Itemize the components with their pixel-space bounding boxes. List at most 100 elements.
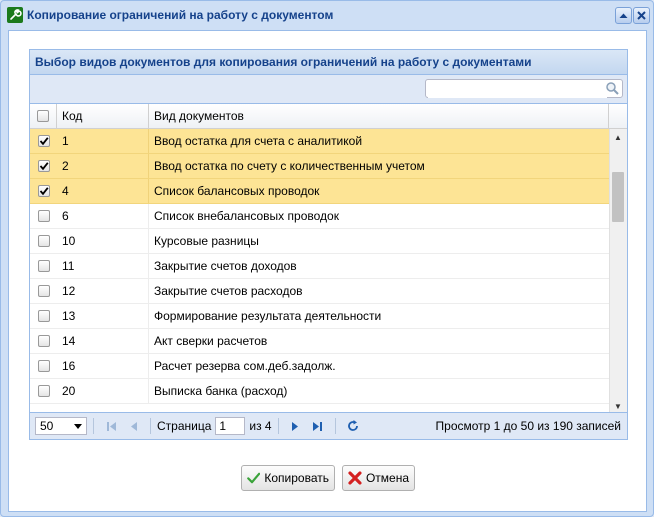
select-all-checkbox-cell[interactable] <box>30 104 57 128</box>
next-page-button[interactable] <box>287 417 305 435</box>
refresh-button[interactable] <box>344 417 362 435</box>
search-icon[interactable] <box>606 82 619 98</box>
row-name: Список балансовых проводок <box>154 184 320 198</box>
table-row[interactable]: 6 Список внебалансовых проводок <box>30 204 609 229</box>
table-row[interactable]: 2 Ввод остатка по счету с количественным … <box>30 154 609 179</box>
row-name: Ввод остатка для счета с аналитикой <box>154 134 363 148</box>
minimize-button[interactable] <box>615 7 632 24</box>
row-checkbox-cell[interactable] <box>30 304 57 328</box>
copy-button[interactable]: Копировать <box>241 465 335 491</box>
row-code: 20 <box>57 379 149 403</box>
row-checkbox[interactable] <box>37 185 50 197</box>
scrollbar-thumb[interactable] <box>612 172 624 222</box>
row-name: Формирование результата деятельности <box>154 309 382 323</box>
row-checkbox-cell[interactable] <box>30 129 57 153</box>
table-row[interactable]: 20 Выписка банка (расход) <box>30 379 609 404</box>
document-types-panel: Выбор видов документов для копирования о… <box>29 49 628 440</box>
checkmark-icon <box>247 472 261 484</box>
row-checkbox[interactable] <box>37 160 50 172</box>
row-checkbox-cell[interactable] <box>30 204 57 228</box>
row-checkbox[interactable] <box>37 135 50 147</box>
row-code: 1 <box>57 129 149 153</box>
prev-page-icon <box>130 421 137 431</box>
check-icon <box>39 162 49 171</box>
table-row[interactable]: 14 Акт сверки расчетов <box>30 329 609 354</box>
row-code: 6 <box>57 204 149 228</box>
row-checkbox[interactable] <box>37 235 50 247</box>
row-checkbox-cell[interactable] <box>30 229 57 253</box>
row-checkbox[interactable] <box>37 210 50 222</box>
row-name: Курсовые разницы <box>154 234 259 248</box>
row-name: Список внебалансовых проводок <box>154 209 339 223</box>
pagination-info: Просмотр 1 до 50 из 190 записей <box>435 419 621 433</box>
row-name: Ввод остатка по счету с количественным у… <box>154 159 425 173</box>
row-checkbox[interactable] <box>37 385 50 397</box>
last-page-button[interactable] <box>309 417 327 435</box>
row-checkbox-cell[interactable] <box>30 254 57 278</box>
row-code: 13 <box>57 304 149 328</box>
row-name: Расчет резерва сом.деб.задолж. <box>154 359 336 373</box>
separator <box>277 418 279 434</box>
select-all-checkbox[interactable] <box>37 110 49 122</box>
table-row[interactable]: 12 Закрытие счетов расходов <box>30 279 609 304</box>
table-row[interactable]: 4 Список балансовых проводок <box>30 179 609 204</box>
scroll-down-icon[interactable]: ▼ <box>614 402 622 411</box>
row-code: 10 <box>57 229 149 253</box>
copy-button-label: Копировать <box>264 471 329 485</box>
row-code: 12 <box>57 279 149 303</box>
row-name: Закрытие счетов расходов <box>154 284 303 298</box>
page-size-select[interactable]: 50 <box>35 417 87 435</box>
check-icon <box>39 137 49 146</box>
row-name: Акт сверки расчетов <box>154 334 268 348</box>
next-page-icon <box>292 421 299 431</box>
page-label: Страница <box>157 419 212 433</box>
row-checkbox[interactable] <box>37 360 50 372</box>
dialog-window: Копирование ограничений на работу с доку… <box>0 0 654 517</box>
row-checkbox-cell[interactable] <box>30 379 57 403</box>
row-checkbox-cell[interactable] <box>30 279 57 303</box>
scroll-up-icon[interactable]: ▲ <box>614 133 622 142</box>
row-checkbox-cell[interactable] <box>30 354 57 378</box>
first-page-button[interactable] <box>102 417 120 435</box>
table-row[interactable]: 1 Ввод остатка для счета с аналитикой <box>30 129 609 154</box>
last-page-icon <box>313 421 323 431</box>
close-button[interactable] <box>633 7 650 24</box>
first-page-icon <box>106 421 116 431</box>
table-row[interactable]: 13 Формирование результата деятельности <box>30 304 609 329</box>
separator <box>334 418 336 434</box>
check-icon <box>39 187 49 196</box>
pagination-toolbar: 50 Страница 1 из 4 Просмотр 1 до 50 из 1… <box>30 412 627 439</box>
table-row[interactable]: 10 Курсовые разницы <box>30 229 609 254</box>
column-header-name[interactable]: Вид документов <box>149 104 609 128</box>
window-title: Копирование ограничений на работу с доку… <box>27 8 334 22</box>
search-field[interactable] <box>425 79 623 98</box>
table-row[interactable]: 16 Расчет резерва сом.деб.задолж. <box>30 354 609 379</box>
row-checkbox[interactable] <box>37 260 50 272</box>
panel-title: Выбор видов документов для копирования о… <box>30 50 627 75</box>
cancel-button[interactable]: Отмена <box>342 465 415 491</box>
row-name: Выписка банка (расход) <box>154 384 288 398</box>
row-code: 4 <box>57 179 149 203</box>
row-checkbox-cell[interactable] <box>30 154 57 178</box>
prev-page-button[interactable] <box>124 417 142 435</box>
row-checkbox[interactable] <box>37 335 50 347</box>
search-input[interactable] <box>428 81 607 98</box>
dropdown-arrow-icon[interactable] <box>74 423 82 429</box>
vertical-scrollbar[interactable]: ▲ ▼ <box>609 129 627 415</box>
row-checkbox-cell[interactable] <box>30 179 57 203</box>
row-checkbox[interactable] <box>37 310 50 322</box>
title-bar[interactable]: Копирование ограничений на работу с доку… <box>1 1 653 29</box>
row-name: Закрытие счетов доходов <box>154 259 297 273</box>
separator <box>93 418 94 434</box>
cancel-button-label: Отмена <box>365 471 409 485</box>
grid-body: 1 Ввод остатка для счета с аналитикой 2 Вво… <box>30 129 609 415</box>
header-scroll-spacer <box>609 104 625 128</box>
row-code: 14 <box>57 329 149 353</box>
column-header-code[interactable]: Код <box>57 104 149 128</box>
row-checkbox[interactable] <box>37 285 50 297</box>
page-number-input[interactable]: 1 <box>215 417 246 435</box>
wrench-icon <box>7 7 23 23</box>
table-row[interactable]: 11 Закрытие счетов доходов <box>30 254 609 279</box>
page-size-value: 50 <box>40 419 54 433</box>
row-checkbox-cell[interactable] <box>30 329 57 353</box>
